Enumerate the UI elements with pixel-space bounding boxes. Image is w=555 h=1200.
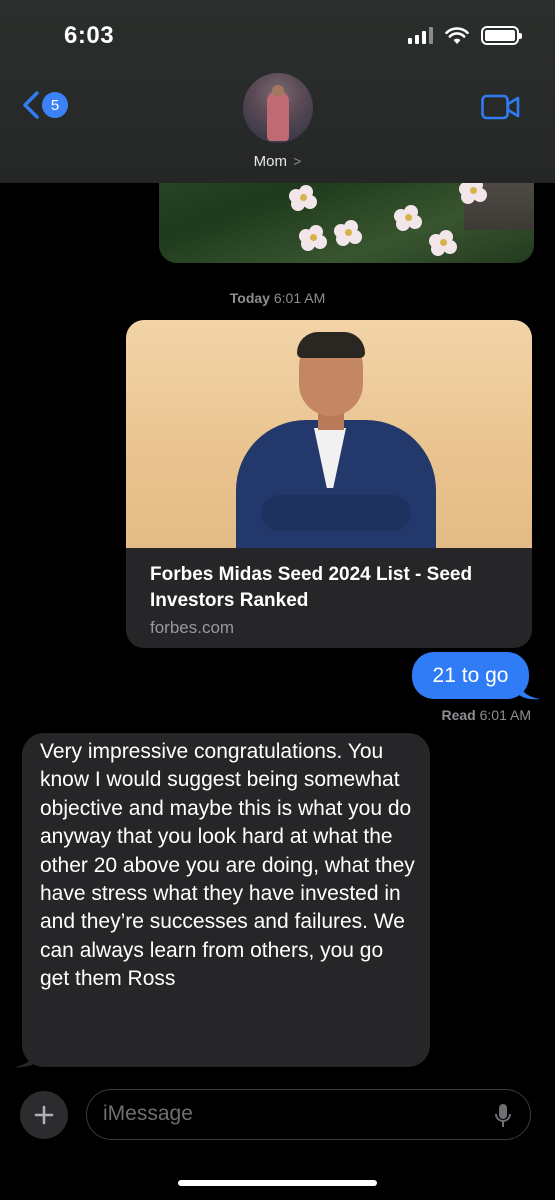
link-preview-domain: forbes.com — [150, 618, 235, 637]
status-time: 6:03 — [64, 22, 115, 49]
wifi-icon — [445, 26, 469, 44]
chevron-left-icon — [23, 91, 39, 119]
received-message-text: Very impressive congratulations. You kno… — [40, 740, 415, 991]
message-timestamp: Today 6:01 AM — [0, 290, 555, 306]
sent-bubble-tail — [518, 676, 540, 700]
message-input-container — [86, 1089, 531, 1140]
sent-message-bubble[interactable]: 21 to go — [412, 652, 529, 699]
cellular-signal-icon — [408, 27, 433, 44]
imessage-input[interactable] — [103, 1090, 483, 1138]
microphone-icon[interactable] — [494, 1103, 512, 1129]
timestamp-time: 6:01 AM — [273, 290, 326, 306]
video-call-icon[interactable] — [481, 94, 521, 120]
link-preview-image — [126, 320, 532, 548]
status-icons — [408, 26, 522, 45]
unread-count-badge: 5 — [42, 92, 68, 118]
chevron-right-icon: > — [293, 153, 302, 169]
contact-name[interactable]: Mom > — [0, 153, 555, 170]
contact-avatar[interactable] — [243, 73, 313, 143]
battery-icon — [481, 26, 522, 45]
received-bubble-tail — [14, 1044, 36, 1068]
contact-name-label: Mom — [253, 153, 287, 170]
read-label: Read — [441, 707, 476, 723]
link-preview-title: Forbes Midas Seed 2024 List - Seed Inves… — [150, 564, 473, 611]
conversation-header: 6:03 5 Mom > — [0, 0, 555, 183]
read-receipt: Read 6:01 AM — [442, 707, 532, 723]
timestamp-day: Today — [229, 290, 270, 306]
link-preview-card[interactable]: Forbes Midas Seed 2024 List - Seed Inves… — [126, 320, 532, 648]
home-indicator[interactable] — [178, 1180, 377, 1186]
received-message-bubble[interactable]: Very impressive congratulations. You kno… — [22, 733, 430, 1067]
read-time: 6:01 AM — [479, 707, 531, 723]
add-attachment-button[interactable] — [20, 1091, 68, 1139]
plus-icon — [34, 1105, 54, 1125]
back-button[interactable]: 5 — [22, 90, 68, 120]
